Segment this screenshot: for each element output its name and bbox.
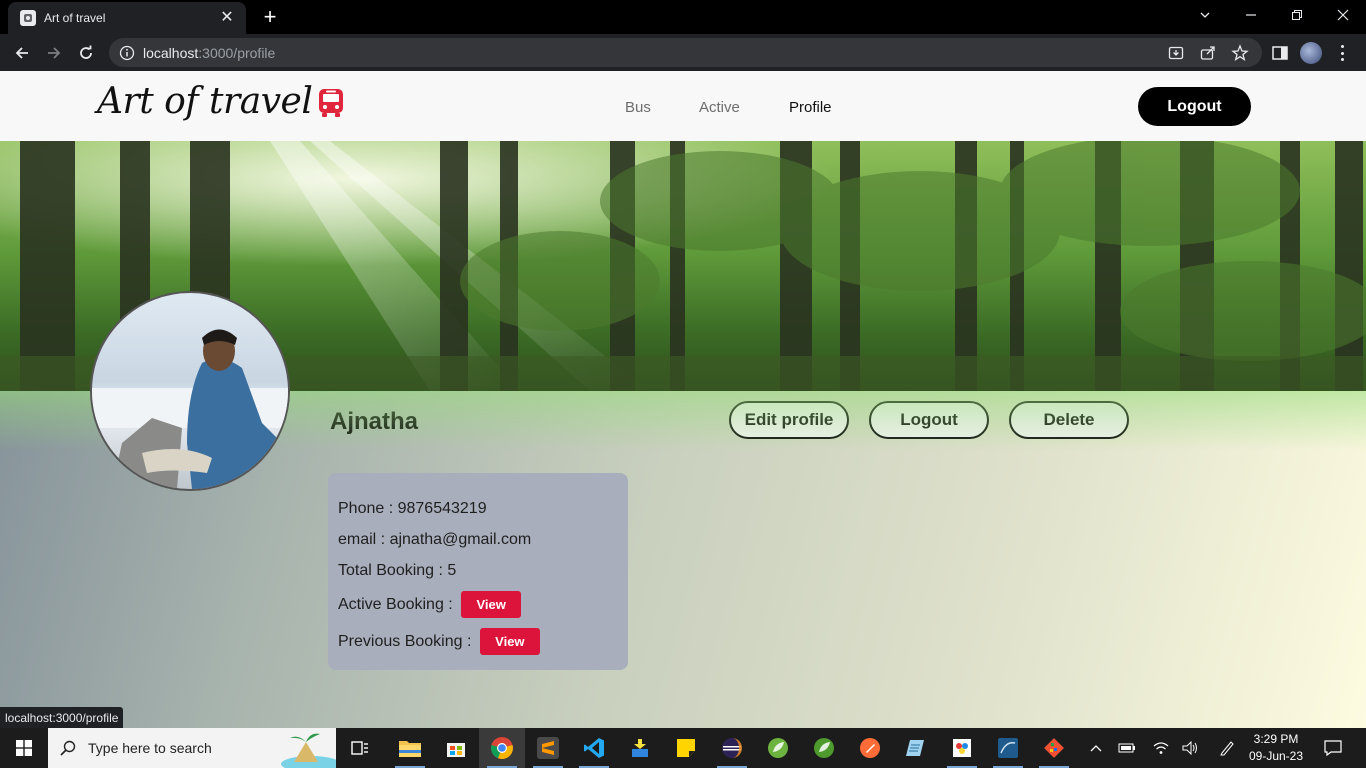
profile-avatar-icon[interactable] xyxy=(1300,42,1322,64)
site-info-icon[interactable] xyxy=(119,45,135,61)
tab-close-icon[interactable]: ✕ xyxy=(218,10,236,26)
view-active-booking-button[interactable]: View xyxy=(461,591,522,618)
total-booking-row: Total Booking : 5 xyxy=(338,561,457,579)
nav-link-bus[interactable]: Bus xyxy=(625,99,651,116)
site-favicon-icon xyxy=(20,10,36,26)
nav-link-active[interactable]: Active xyxy=(699,99,740,116)
restore-icon[interactable] xyxy=(1274,0,1320,30)
new-tab-icon[interactable]: + xyxy=(258,6,282,28)
email-value: ajnatha@gmail.com xyxy=(389,530,532,548)
url-text: localhost:3000/profile xyxy=(143,44,276,61)
windows-taskbar: Type here to search 3:29 PM 09-Jun-23 xyxy=(0,728,1366,768)
address-bar[interactable]: localhost:3000/profile xyxy=(109,38,1262,67)
task-view-icon[interactable] xyxy=(337,728,383,768)
file-explorer-icon[interactable] xyxy=(387,728,433,768)
forward-icon[interactable] xyxy=(42,41,66,65)
minimize-icon[interactable] xyxy=(1228,0,1274,30)
active-booking-row: Active Booking : View xyxy=(338,586,618,623)
phone-row: Phone : 9876543219 xyxy=(338,499,487,517)
taskbar-search-box[interactable]: Type here to search xyxy=(48,728,336,768)
logout-button[interactable]: Logout xyxy=(869,401,989,439)
show-hidden-icons-chevron-icon[interactable] xyxy=(1084,728,1108,768)
profile-info-card: Phone : 9876543219 email : ajnatha@gmail… xyxy=(328,473,628,670)
email-row: email : ajnatha@gmail.com xyxy=(338,530,532,548)
install-app-icon[interactable] xyxy=(1167,44,1185,62)
notepad-icon[interactable] xyxy=(893,728,939,768)
clock-date: 09-Jun-23 xyxy=(1248,749,1304,763)
view-previous-booking-button[interactable]: View xyxy=(479,628,540,655)
close-window-icon[interactable] xyxy=(1320,0,1366,30)
microsoft-store-icon[interactable] xyxy=(433,728,479,768)
wifi-icon[interactable] xyxy=(1148,728,1174,768)
delete-button[interactable]: Delete xyxy=(1009,401,1129,439)
pen-workspace-icon[interactable] xyxy=(1214,728,1240,768)
site-navbar: Art of travel Bus Active Profile Logout xyxy=(0,71,1366,141)
search-highlight-icon xyxy=(281,733,336,768)
tab-title: Art of travel xyxy=(44,11,106,25)
previous-booking-row: Previous Booking : View xyxy=(338,623,618,660)
mysql-workbench-icon[interactable] xyxy=(985,728,1031,768)
tab-search-chevron-icon[interactable] xyxy=(1182,0,1228,30)
profile-page: Art of travel Bus Active Profile Logout xyxy=(0,71,1366,728)
bookmark-star-icon[interactable] xyxy=(1231,44,1249,62)
windows-start-icon[interactable] xyxy=(0,728,48,768)
total-booking-value: 5 xyxy=(447,561,457,579)
bus-icon xyxy=(319,88,344,117)
search-icon xyxy=(60,740,76,756)
clock-time: 3:29 PM xyxy=(1253,732,1299,746)
taskbar-clock[interactable]: 3:29 PM 09-Jun-23 xyxy=(1245,731,1307,765)
edit-profile-button[interactable]: Edit profile xyxy=(729,401,849,439)
navbar-logout-button[interactable]: Logout xyxy=(1138,87,1251,126)
notification-center-icon[interactable] xyxy=(1318,728,1348,768)
volume-icon[interactable] xyxy=(1178,728,1204,768)
phone-value: 9876543219 xyxy=(397,499,487,517)
browser-toolbar: localhost:3000/profile xyxy=(0,34,1366,71)
profile-photo xyxy=(90,291,290,491)
share-icon[interactable] xyxy=(1199,44,1217,62)
sticky-notes-icon[interactable] xyxy=(663,728,709,768)
search-placeholder: Type here to search xyxy=(88,740,212,756)
browser-tab[interactable]: Art of travel ✕ xyxy=(8,2,246,34)
browser-tab-strip: Art of travel ✕ + xyxy=(0,0,1366,34)
nav-link-profile[interactable]: Profile xyxy=(789,99,832,116)
eclipse-icon[interactable] xyxy=(709,728,755,768)
postman-icon[interactable] xyxy=(847,728,893,768)
chrome-icon[interactable] xyxy=(479,728,525,768)
reload-icon[interactable] xyxy=(74,41,98,65)
git-icon[interactable] xyxy=(1031,728,1077,768)
sublime-text-icon[interactable] xyxy=(525,728,571,768)
user-name: Ajnatha xyxy=(330,408,419,435)
status-bar-url: localhost:3000/profile xyxy=(0,707,124,728)
side-panel-icon[interactable] xyxy=(1270,43,1290,63)
site-logo[interactable]: Art of travel xyxy=(97,81,346,122)
battery-icon[interactable] xyxy=(1114,728,1140,768)
browser-menu-icon[interactable] xyxy=(1338,43,1346,63)
spring-boot-icon[interactable] xyxy=(801,728,847,768)
back-icon[interactable] xyxy=(10,41,34,65)
vs-code-icon[interactable] xyxy=(571,728,617,768)
app-installer-icon[interactable] xyxy=(617,728,663,768)
paint-icon[interactable] xyxy=(939,728,985,768)
spring-tool-suite-icon[interactable] xyxy=(755,728,801,768)
